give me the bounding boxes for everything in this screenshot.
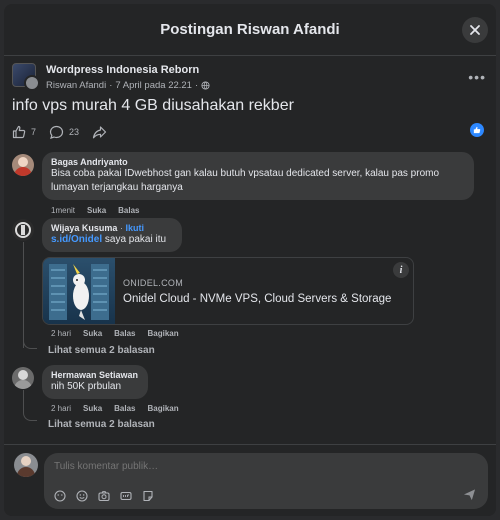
post-meta: Riswan Afandi · 7 April pada 22.21 · [46,80,210,91]
comment-composer [4,444,496,516]
camera-icon[interactable] [98,490,110,502]
comment-share-button[interactable]: Bagikan [148,404,179,413]
thread-connector [23,409,37,421]
gif-box-icon[interactable] [120,490,132,502]
group-avatar[interactable] [12,63,40,93]
author-name-link[interactable]: Riswan Afandi [46,80,106,91]
commenter-name[interactable]: Hermawan Setiawan [51,370,139,380]
author-avatar[interactable] [24,75,40,91]
close-icon [470,25,480,35]
commenter-avatar[interactable] [12,154,34,176]
more-icon[interactable]: ••• [468,69,486,85]
commenter-name[interactable]: Bagas Andriyanto [51,157,465,167]
comment-like-button[interactable]: Suka [83,404,102,413]
comment-meta: 2 hari Suka Balas Bagikan [51,404,179,413]
comment-text: Bisa coba pakai IDwebhost gan kalau butu… [51,168,440,193]
info-icon[interactable]: i [393,262,409,278]
link-preview-image [43,258,115,324]
link-preview-title: Onidel Cloud - NVMe VPS, Cloud Servers &… [123,293,392,305]
dialog-title: Postingan Riswan Afandi [160,21,340,38]
emoji-icon[interactable] [76,490,88,502]
post-dialog: Postingan Riswan Afandi Wordpress Indone… [4,4,496,516]
comment-like-button[interactable]: Suka [83,329,102,338]
link-preview-card[interactable]: ONIDEL.COM Onidel Cloud - NVMe VPS, Clou… [42,257,414,325]
comment-link[interactable]: s.id/Onidel [51,234,102,245]
comment-bubble: Bagas Andriyanto Bisa coba pakai IDwebho… [42,152,474,200]
comment-bubble: Hermawan Setiawan nih 50K prbulan [42,365,148,399]
like-icon [12,125,26,139]
sticker-icon[interactable] [142,490,154,502]
comment-time[interactable]: 2 hari [51,329,71,338]
comment-meta: 1menit Suka Balas [51,206,140,215]
post-text: info vps murah 4 GB diusahakan rekber [12,97,294,114]
share-button[interactable] [92,125,107,140]
comment-time[interactable]: 1menit [51,206,75,215]
post-date-link[interactable]: 7 April pada 22.21 [115,80,192,91]
group-name-link[interactable]: Wordpress Indonesia Reborn [46,64,199,76]
thread-connector [23,337,37,349]
comment-bubble: Wijaya Kusuma · Ikuti s.id/Onidel saya p… [42,218,182,252]
share-icon [92,125,107,138]
dialog-header: Postingan Riswan Afandi [4,4,496,56]
post-header: Wordpress Indonesia Reborn Riswan Afandi… [12,63,488,97]
post-content[interactable]: Wordpress Indonesia Reborn Riswan Afandi… [4,57,496,444]
comment-text: saya pakai itu [102,234,167,245]
commenter-avatar[interactable] [12,367,34,389]
gif-icon[interactable] [54,490,66,502]
like-count: 7 [31,127,37,137]
thread-line [23,242,24,348]
comment-meta: 2 hari Suka Balas Bagikan [51,329,179,338]
comment-like-button[interactable]: Suka [87,206,106,215]
like-button[interactable]: 7 [12,125,36,139]
comment-input-box[interactable] [44,453,488,509]
commenter-avatar[interactable] [12,219,34,241]
comment-icon [49,125,64,139]
follow-button[interactable]: Ikuti [125,223,144,233]
comment-share-button[interactable]: Bagikan [148,329,179,338]
comment-reply-button[interactable]: Balas [114,329,135,338]
current-user-avatar[interactable] [14,453,38,477]
post-actions: 7 23 [12,123,488,141]
comment-count: 23 [69,127,80,137]
commenter-name[interactable]: Wijaya Kusuma [51,223,117,233]
link-preview-domain: ONIDEL.COM [123,278,184,288]
composer-tools [54,490,154,502]
comment-button[interactable]: 23 [49,125,79,140]
send-icon[interactable] [463,488,476,501]
view-replies-link[interactable]: Lihat semua 2 balasan [48,345,155,356]
comment-input[interactable] [54,461,434,472]
view-replies-link[interactable]: Lihat semua 2 balasan [48,419,155,430]
reaction-like-badge[interactable] [470,123,484,137]
globe-icon [201,81,210,90]
close-button[interactable] [462,17,488,43]
comment-reply-button[interactable]: Balas [114,404,135,413]
comment-text: nih 50K prbulan [51,381,122,392]
comment-reply-button[interactable]: Balas [118,206,139,215]
comment-time[interactable]: 2 hari [51,404,71,413]
